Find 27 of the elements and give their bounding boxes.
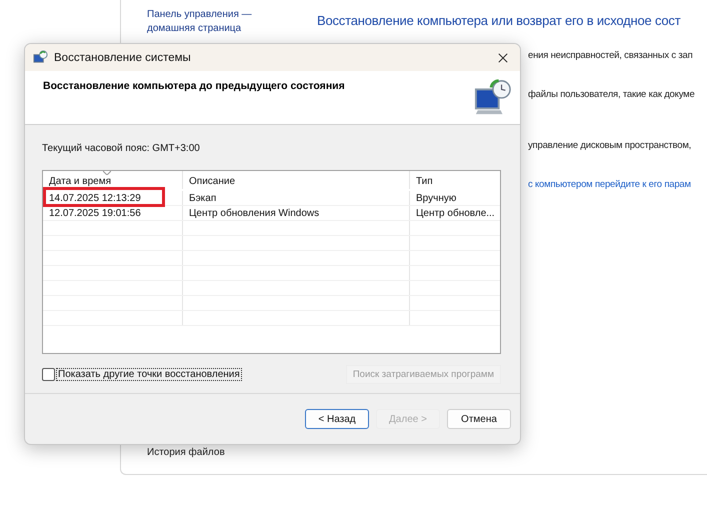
- page-heading: Восстановление компьютера или возврат его в исходное сост: [317, 13, 682, 28]
- description-text: управление дисковым пространством,: [528, 140, 692, 151]
- file-history-link[interactable]: История файлов: [147, 447, 271, 458]
- column-header[interactable]: Дата и время: [43, 171, 183, 189]
- restore-icon: [33, 50, 48, 65]
- description-text: ения неисправностей, связанных с зап: [528, 50, 694, 61]
- restore-point-row[interactable]: 14.07.2025 12:13:29 Бэкап Вручную: [43, 191, 500, 206]
- checkbox-label[interactable]: Показать другие точки восстановления: [56, 368, 242, 381]
- restore-point-row[interactable]: 12.07.2025 19:01:56 Центр обновления Windows Центр обновле...: [43, 206, 500, 221]
- table-cell: Бэкап: [183, 191, 410, 205]
- timezone-label: Текущий часовой пояс: GMT+3:00: [42, 143, 201, 154]
- settings-link[interactable]: с компьютером перейдите к его парам: [528, 179, 707, 190]
- dialog-header: Восстановление компьютера до предыдущего состояния: [43, 80, 345, 94]
- window-title: Восстановление системы: [54, 52, 192, 64]
- close-icon[interactable]: [498, 52, 508, 62]
- table-cell-text: Вручную: [415, 192, 458, 205]
- table-cell: 12.07.2025 19:01:56: [43, 206, 183, 220]
- column-header[interactable]: Тип: [410, 171, 500, 189]
- table-cell: Центр обновления Windows: [183, 206, 410, 220]
- dialog-button[interactable]: < Назад: [305, 409, 369, 429]
- table-cell-text: Центр обновле...: [415, 207, 496, 220]
- home-link[interactable]: Панель управления — домашняя страница: [147, 8, 267, 36]
- computer-clock-icon: [474, 78, 512, 116]
- checkbox[interactable]: [42, 368, 55, 381]
- column-header[interactable]: Описание: [183, 171, 410, 189]
- dialog-button[interactable]: Отмена: [447, 409, 511, 429]
- description-text: файлы пользователя, такие как докуме: [528, 89, 696, 100]
